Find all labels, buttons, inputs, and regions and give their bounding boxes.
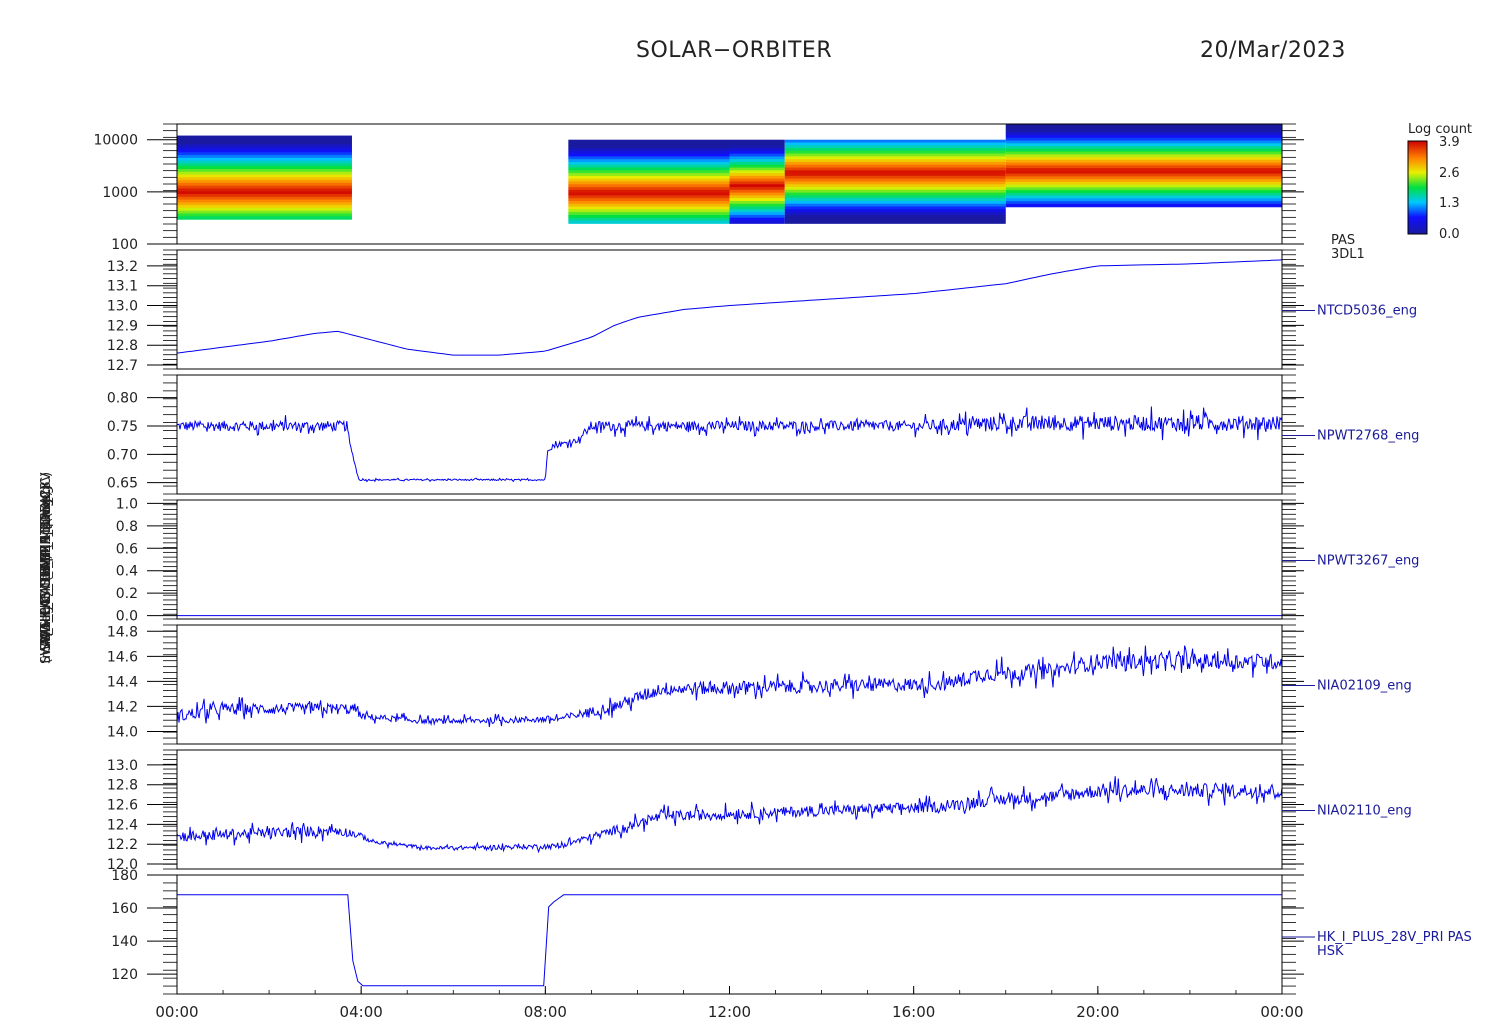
series-label: NTCD5036_eng — [1317, 304, 1417, 319]
y-tick-label: 1000 — [102, 185, 138, 201]
y-tick-label: 0.8 — [116, 519, 138, 535]
colorbar: Log count 3.9 2.6 1.3 0.0 — [1407, 122, 1472, 242]
spectrogram-band — [568, 220, 730, 224]
y-tick-label: 140 — [111, 934, 138, 950]
y-tick-label: 0.6 — [116, 541, 138, 557]
y-tick-label: 160 — [111, 901, 138, 917]
panel-3: 0.80 0.75 0.70 0.65 NPWT2768_eng — [107, 374, 1419, 495]
y-tick-label: 1.0 — [116, 496, 138, 512]
y-tick-label: 0.0 — [116, 609, 138, 625]
y-label: (eV) — [39, 554, 54, 582]
x-tick-label: 00:00 — [155, 1003, 198, 1020]
y-axis-label-stack: (eV) — [39, 118, 54, 1018]
series-line — [176, 776, 1283, 854]
series-label: HSK — [1317, 944, 1344, 959]
x-axis: 00:00 04:00 08:00 12:00 16:00 20:00 00:00 — [155, 986, 1304, 1020]
panel-frame — [176, 874, 1283, 995]
spectrogram — [177, 124, 1282, 224]
y-tick-label: 12.8 — [107, 778, 138, 794]
panel-7: 180 160 140 120 HK_I_PLUS_28V_PRI PASHSK — [111, 868, 1472, 995]
y-tick-label: 14.6 — [107, 649, 138, 665]
panel-5: 14.8 14.6 14.4 14.2 14.0 NIA02109_eng — [107, 624, 1412, 745]
colorbar-tick: 0.0 — [1439, 227, 1460, 242]
series-label: NIA02109_eng — [1317, 679, 1412, 694]
y-tick-label: 10000 — [93, 133, 138, 149]
series-label: NIA02110_eng — [1317, 804, 1412, 819]
series-line — [177, 894, 1282, 987]
spectrogram-band — [1005, 203, 1282, 208]
date-title: 20/Mar/2023 — [1200, 38, 1346, 63]
panel-label: PAS — [1331, 233, 1355, 248]
spectrogram-band — [784, 220, 1006, 224]
panel-frame — [176, 624, 1283, 745]
colorbar-tick: 2.6 — [1439, 166, 1460, 181]
y-tick-label: 0.4 — [116, 564, 138, 580]
y-tick-label: 14.2 — [107, 699, 138, 715]
series-line — [176, 645, 1283, 728]
series-line — [176, 406, 1283, 483]
x-tick-label: 12:00 — [708, 1003, 751, 1020]
panels-group: 100001000100 PAS3DL113.213.113.012.912.81… — [93, 123, 1472, 995]
panel-6: 13.012.812.612.412.212.0NIA02110_eng — [107, 749, 1412, 873]
y-tick-label: 14.0 — [107, 724, 138, 740]
y-tick-label: 0.75 — [107, 419, 138, 435]
panel-1: 10000 1000 100 PAS3DL1 — [93, 123, 1365, 262]
series-label: NPWT3267_eng — [1317, 554, 1419, 569]
y-tick-label: 14.4 — [107, 674, 138, 690]
colorbar-tick: 1.3 — [1439, 196, 1460, 211]
y-tick-label: 13.2 — [107, 259, 138, 275]
series-line — [176, 259, 1283, 356]
spectrogram-band — [177, 216, 352, 220]
panel-frame — [176, 749, 1283, 870]
x-tick-label: 16:00 — [892, 1003, 935, 1020]
x-tick-label: 00:00 — [1260, 1003, 1303, 1020]
y-tick-label: 12.7 — [107, 358, 138, 374]
x-tick-label: 20:00 — [1076, 1003, 1119, 1020]
spectrogram-band — [729, 220, 785, 224]
chart-canvas: 100001000100 PAS3DL113.213.113.012.912.81… — [93, 122, 1472, 1020]
mission-title: SOLAR−ORBITER — [636, 38, 833, 63]
panel-label: 3DL1 — [1331, 247, 1365, 262]
y-tick-label: 0.65 — [107, 476, 138, 492]
y-tick-label: 13.0 — [107, 758, 138, 774]
y-tick-label: 12.9 — [107, 318, 138, 334]
panel-4: 1.0 0.8 0.6 0.4 0.2 0.0 NPWT3267_eng — [116, 496, 1420, 624]
series-label: NPWT2768_eng — [1317, 429, 1419, 444]
y-tick-label: 0.70 — [107, 447, 138, 463]
panel-frame — [176, 374, 1283, 495]
y-tick-label: 12.2 — [107, 837, 138, 853]
colorbar-gradient — [1407, 140, 1428, 235]
y-tick-label: 120 — [111, 967, 138, 983]
y-tick-label: 12.8 — [107, 338, 138, 354]
series-label: HK_I_PLUS_28V_PRI PAS — [1317, 930, 1472, 945]
y-tick-label: 12.4 — [107, 817, 138, 833]
panel-2: 13.2 13.1 13.0 12.9 12.8 12.7 NTCD5036_eng — [107, 249, 1417, 374]
x-tick-label: 04:00 — [340, 1003, 383, 1020]
colorbar-tick: 3.9 — [1439, 135, 1460, 150]
y-tick-label: 12.6 — [107, 798, 138, 814]
y-tick-label: 13.0 — [107, 299, 138, 315]
y-tick-label: 0.2 — [116, 586, 138, 602]
y-tick-label: 14.8 — [107, 624, 138, 640]
panel-frame — [176, 249, 1283, 370]
y-tick-label: 100 — [111, 237, 138, 253]
panel-frame — [176, 499, 1283, 620]
y-tick-label: 13.1 — [107, 279, 138, 295]
y-tick-label: 0.80 — [107, 391, 138, 407]
y-tick-label: 180 — [111, 868, 138, 884]
x-tick-label: 08:00 — [524, 1003, 567, 1020]
